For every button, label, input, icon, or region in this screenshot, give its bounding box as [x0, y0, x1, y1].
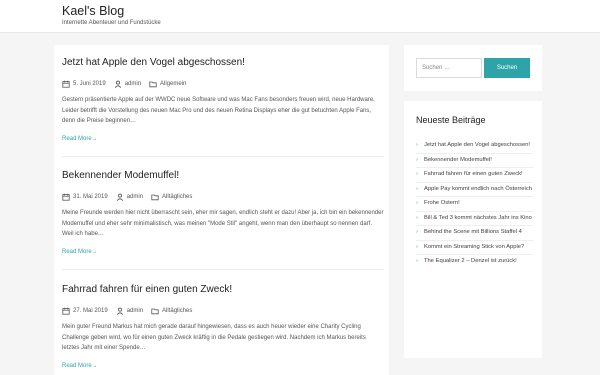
post-date[interactable]: 5. Juni 2019 — [73, 81, 106, 87]
post-article: Fahrrad fahren für einen guten Zweck! 27… — [62, 283, 384, 369]
recent-post-link[interactable]: Jetzt hat Apple den Vogel abgeschossen! — [424, 142, 530, 148]
post-title[interactable]: Fahrrad fahren für einen guten Zweck! — [62, 283, 384, 296]
search-button[interactable]: Suchen — [484, 58, 530, 78]
chevron-right-icon: › — [416, 171, 418, 177]
recent-posts-list: › Jetzt hat Apple den Vogel abgeschossen!… — [416, 139, 534, 269]
chevron-right-icon: › — [416, 258, 418, 264]
site-header: Kael's Blog Internette Abenteuer und Fun… — [0, 0, 600, 33]
site-title[interactable]: Kael's Blog — [62, 4, 124, 18]
recent-post-link[interactable]: The Equalizer 2 – Denzel ist zurück! — [424, 258, 517, 264]
post-meta: 31. Mai 2019 admin Alltägliches — [62, 192, 384, 201]
post-meta: 27. Mai 2019 admin Alltägliches — [62, 306, 384, 315]
recent-post-item[interactable]: › The Equalizer 2 – Denzel ist zurück! — [416, 255, 534, 269]
recent-post-link[interactable]: Bill & Ted 3 kommt nächstes Jahr ins Kin… — [424, 215, 532, 221]
chevron-right-icon: › — [416, 229, 418, 235]
recent-post-item[interactable]: › Bekennender Modemuffel! — [416, 154, 534, 168]
post-category[interactable]: Alltägliches — [162, 194, 192, 200]
widget-title: Neueste Beiträge — [416, 115, 486, 125]
read-more-link[interactable]: Read More→ — [62, 249, 384, 255]
folder-icon — [151, 193, 159, 201]
post-divider — [62, 156, 384, 157]
recent-posts-widget: Neueste Beiträge › Jetzt hat Apple den Vo… — [404, 101, 542, 358]
calendar-icon — [62, 193, 70, 201]
recent-post-item[interactable]: › Frohe Ostern! — [416, 197, 534, 212]
post-excerpt: Meine Freunde werden hier nicht überrasc… — [62, 210, 384, 238]
recent-post-item[interactable]: › Apple Pay kommt endlich nach Österreich — [416, 183, 534, 197]
user-icon — [114, 80, 122, 88]
site-tagline: Internette Abenteuer und Fundstücke — [62, 20, 161, 26]
chevron-right-icon: › — [416, 214, 418, 221]
recent-post-item[interactable]: › Kommt ein Streaming Stick von Apple? — [416, 241, 534, 255]
post-excerpt: Mein guter Freund Markus hat mich gerade… — [62, 324, 366, 352]
main-content: Jetzt hat Apple den Vogel abgeschossen! … — [54, 45, 389, 375]
calendar-icon — [62, 307, 70, 315]
recent-post-link[interactable]: Bekennender Modemuffel! — [424, 157, 492, 163]
recent-post-item[interactable]: › Fahrrad fahren für einen guten Zweck! — [416, 168, 534, 183]
calendar-icon — [62, 80, 70, 88]
post-divider — [62, 269, 384, 270]
read-more-link[interactable]: Read More→ — [62, 363, 384, 369]
post-meta: 5. Juni 2019 admin Allgemein — [62, 79, 384, 88]
post-excerpt: Gestern präsentierte Apple auf der WWDC … — [62, 97, 375, 125]
chevron-right-icon: › — [416, 156, 418, 163]
user-icon — [116, 193, 124, 201]
post-title[interactable]: Jetzt hat Apple den Vogel abgeschossen! — [62, 56, 384, 69]
chevron-right-icon: › — [416, 185, 418, 192]
post-article: Jetzt hat Apple den Vogel abgeschossen! … — [62, 56, 384, 142]
read-more-link[interactable]: Read More→ — [62, 136, 384, 142]
chevron-right-icon: › — [416, 142, 418, 148]
recent-post-link[interactable]: Frohe Ostern! — [424, 200, 460, 206]
recent-post-link[interactable]: Fahrrad fahren für einen guten Zweck! — [424, 171, 523, 177]
recent-post-item[interactable]: › Jetzt hat Apple den Vogel abgeschossen! — [416, 139, 534, 154]
search-widget: Suchen … Suchen — [404, 45, 542, 91]
recent-post-item[interactable]: › Behind the Scene mit Billions Staffel 4 — [416, 226, 534, 241]
post-category[interactable]: Allgemein — [160, 81, 186, 87]
user-icon — [116, 307, 124, 315]
post-author[interactable]: admin — [125, 81, 141, 87]
recent-post-link[interactable]: Apple Pay kommt endlich nach Österreich — [424, 186, 532, 192]
folder-icon — [149, 80, 157, 88]
recent-post-link[interactable]: Kommt ein Streaming Stick von Apple? — [424, 244, 524, 250]
search-input[interactable]: Suchen … — [416, 58, 482, 78]
post-author[interactable]: admin — [127, 308, 143, 314]
chevron-right-icon: › — [416, 243, 418, 250]
recent-post-link[interactable]: Behind the Scene mit Billions Staffel 4 — [424, 229, 522, 235]
chevron-right-icon: › — [416, 200, 418, 206]
post-article: Bekennender Modemuffel! 31. Mai 2019 adm… — [62, 169, 384, 255]
folder-icon — [151, 307, 159, 315]
post-date[interactable]: 27. Mai 2019 — [73, 308, 108, 314]
post-date[interactable]: 31. Mai 2019 — [73, 194, 108, 200]
recent-post-item[interactable]: › Bill & Ted 3 kommt nächstes Jahr ins Ki… — [416, 212, 534, 226]
post-category[interactable]: Alltägliches — [162, 308, 192, 314]
post-title[interactable]: Bekennender Modemuffel! — [62, 169, 384, 182]
post-author[interactable]: admin — [127, 194, 143, 200]
